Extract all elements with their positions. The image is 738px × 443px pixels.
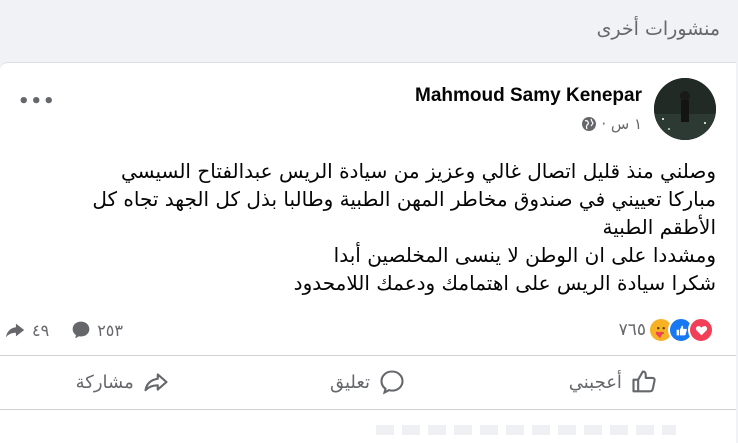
post-line: ومشددا على ان الوطن لا ينسى المخلصين أبد… xyxy=(333,243,716,267)
reaction-icons xyxy=(648,317,714,343)
section-title: منشورات أخرى xyxy=(596,18,720,40)
post-actions: مشاركة تعليق أعجبني xyxy=(0,359,736,405)
stats-divider xyxy=(0,355,736,356)
like-button[interactable]: أعجبني xyxy=(491,359,736,405)
post-line: مباركا تعييني في صندوق مخاطر المهن الطبي… xyxy=(92,187,716,211)
post-author[interactable]: Mahmoud Samy Kenepar xyxy=(415,85,642,107)
comments-stat[interactable]: ٢٥٣ xyxy=(71,320,123,340)
share-button[interactable]: مشاركة xyxy=(0,359,245,405)
comment-label: تعليق xyxy=(329,371,371,393)
comment-button[interactable]: تعليق xyxy=(245,359,490,405)
engagement-stats: ٤٩ ٢٥٣ xyxy=(0,318,123,342)
avatar-photo xyxy=(654,78,716,140)
reactions-summary[interactable]: ٧٦٥ xyxy=(619,317,714,343)
like-label: أعجبني xyxy=(568,371,622,393)
globe-icon xyxy=(581,116,597,132)
post-meta: ١ س · xyxy=(581,115,642,133)
post-line: شكرا سيادة الريس على اهتمامك ودعمك اللام… xyxy=(293,271,716,295)
post-line: وصلني منذ قليل اتصال غالي وعزيز من سيادة… xyxy=(120,159,716,183)
comments-count: ٢٥٣ xyxy=(97,320,123,340)
shares-stat[interactable]: ٤٩ xyxy=(4,319,49,341)
reactions-count: ٧٦٥ xyxy=(618,320,646,340)
post-card: Mahmoud Samy Kenepar ١ س · ••• وصلني منذ… xyxy=(0,62,736,443)
author-avatar[interactable] xyxy=(654,78,716,140)
share-count-icon xyxy=(5,323,25,338)
next-content-placeholder xyxy=(376,425,676,435)
share-label: مشاركة xyxy=(75,371,134,393)
post-time[interactable]: ١ س · xyxy=(601,115,642,133)
more-options-icon[interactable]: ••• xyxy=(18,91,56,112)
shares-count: ٤٩ xyxy=(32,320,50,340)
actions-divider xyxy=(0,409,736,410)
post-line: الأطقم الطبية xyxy=(602,215,716,239)
comment-icon xyxy=(380,370,404,395)
share-icon xyxy=(144,373,168,392)
thumbs-up-icon xyxy=(632,370,656,393)
post-body: وصلني منذ قليل اتصال غالي وعزيز من سيادة… xyxy=(26,157,716,297)
comment-count-icon xyxy=(72,321,90,339)
love-icon xyxy=(688,317,714,343)
